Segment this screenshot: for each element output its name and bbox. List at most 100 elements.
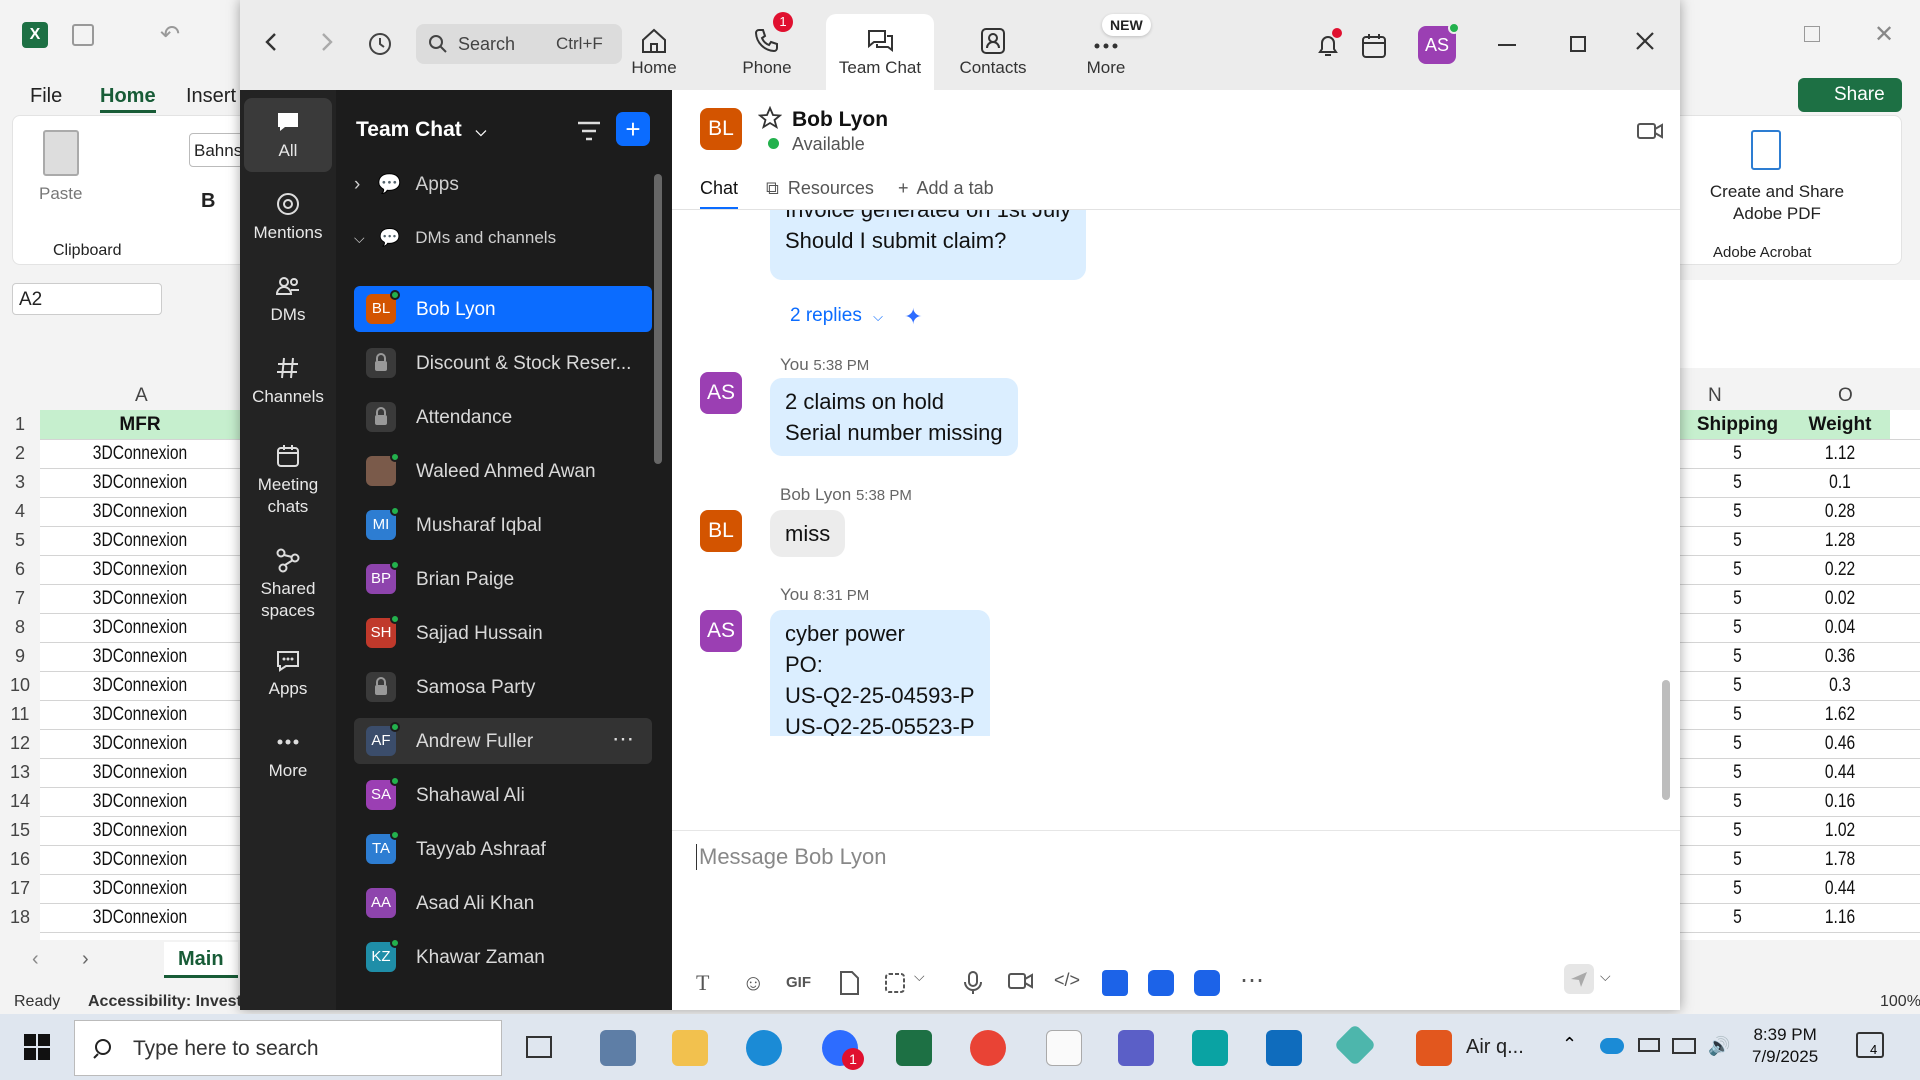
app-docs-icon[interactable] — [1102, 970, 1128, 996]
table-cell[interactable]: 3DConnexion — [58, 530, 222, 552]
network-icon[interactable] — [1672, 1038, 1696, 1054]
table-cell[interactable]: 3DConnexion — [58, 878, 222, 900]
new-chat-button[interactable]: + — [616, 112, 650, 146]
search-box[interactable]: Search Ctrl+F — [416, 24, 622, 64]
table-cell[interactable]: 5 — [1690, 733, 1784, 755]
table-cell[interactable]: 5 — [1690, 472, 1784, 494]
file-icon[interactable] — [838, 970, 864, 996]
name-box[interactable]: A2 — [12, 283, 162, 315]
text-format-icon[interactable]: T — [696, 970, 722, 996]
table-cell[interactable]: 1.02 — [1799, 820, 1881, 842]
table-cell[interactable]: 3DConnexion — [58, 733, 222, 755]
table-cell[interactable]: 0.46 — [1799, 733, 1881, 755]
gif-button[interactable]: GIF — [786, 974, 826, 1000]
filter-icon[interactable] — [576, 120, 602, 142]
adobe-pdf-icon[interactable] — [1751, 130, 1781, 170]
video-message-icon[interactable] — [1008, 970, 1034, 996]
row-header[interactable]: 4 — [0, 501, 40, 522]
list-item[interactable]: KZ Khawar Zaman — [354, 934, 652, 980]
list-item[interactable]: Attendance — [354, 394, 652, 440]
list-item[interactable]: MI Musharaf Iqbal — [354, 502, 652, 548]
bold-button[interactable]: B — [201, 190, 215, 213]
table-cell[interactable]: 5 — [1690, 820, 1784, 842]
tray-chevron-icon[interactable]: ⌃ — [1562, 1034, 1577, 1055]
air-quality-icon[interactable] — [1416, 1030, 1452, 1066]
app-icon[interactable] — [1333, 1023, 1377, 1067]
row-header[interactable]: 7 — [0, 588, 40, 609]
row-header[interactable]: 8 — [0, 617, 40, 638]
team-chat-title[interactable]: Team Chat ⌵ — [356, 118, 486, 142]
video-call-icon[interactable] — [1636, 120, 1664, 142]
header-cell[interactable]: MFR — [40, 410, 240, 439]
create-share-pdf-button[interactable]: Create and Share Adobe PDF — [1697, 181, 1857, 225]
table-cell[interactable]: 3DConnexion — [58, 559, 222, 581]
volume-icon[interactable]: 🔊 — [1708, 1036, 1730, 1057]
rail-item-shared-spaces[interactable]: Shared spaces — [244, 536, 332, 632]
undo-icon[interactable]: ↶ — [160, 20, 180, 49]
header-cell[interactable]: Weight — [1790, 410, 1890, 439]
avatar[interactable]: AS — [1418, 22, 1460, 64]
tab-chat[interactable]: Chat — [700, 178, 739, 210]
list-item[interactable]: Samosa Party — [354, 664, 652, 710]
air-quality-label[interactable]: Air q... — [1466, 1036, 1524, 1059]
onedrive-icon[interactable] — [1600, 1038, 1624, 1054]
nav-tab-more[interactable]: More NEW — [1052, 14, 1160, 90]
table-cell[interactable]: 1.28 — [1799, 530, 1881, 552]
taskbar-search[interactable]: Type here to search — [74, 1020, 502, 1076]
column-header-o[interactable]: O — [1838, 385, 1853, 407]
windows-start-icon[interactable] — [24, 1034, 50, 1060]
tab-home[interactable]: Home — [100, 85, 156, 113]
chat-scrollbar[interactable] — [1662, 680, 1670, 800]
table-cell[interactable]: 5 — [1690, 675, 1784, 697]
star-icon[interactable] — [758, 106, 782, 130]
section-apps[interactable]: › 💬 Apps — [354, 172, 459, 196]
microphone-icon[interactable] — [962, 970, 988, 996]
table-cell[interactable]: 5 — [1690, 443, 1784, 465]
table-cell[interactable]: 3DConnexion — [58, 472, 222, 494]
list-item[interactable]: SH Sajjad Hussain — [354, 610, 652, 656]
message-avatar[interactable]: AS — [700, 610, 742, 652]
replies-link[interactable]: 2 replies ⌵ — [790, 305, 883, 327]
row-header[interactable]: 6 — [0, 559, 40, 580]
chat-header-avatar[interactable]: BL — [700, 108, 742, 150]
rail-item-meeting-chats[interactable]: Meeting chats — [244, 432, 332, 528]
tab-file[interactable]: File — [30, 85, 62, 108]
row-header[interactable]: 16 — [0, 849, 40, 870]
table-cell[interactable]: 3DConnexion — [58, 675, 222, 697]
list-item[interactable]: Discount & Stock Reser... — [354, 340, 652, 386]
close-window-icon[interactable]: ✕ — [1874, 20, 1894, 49]
teams-icon[interactable] — [1118, 1030, 1154, 1066]
row-header[interactable]: 2 — [0, 443, 40, 464]
table-cell[interactable]: 3DConnexion — [58, 849, 222, 871]
item-more-icon[interactable]: ⋯ — [612, 726, 634, 752]
table-cell[interactable]: 1.12 — [1799, 443, 1881, 465]
row-header[interactable]: 15 — [0, 820, 40, 841]
outlook-icon[interactable] — [1266, 1030, 1302, 1066]
forward-icon[interactable] — [316, 30, 336, 54]
more-tools-icon[interactable]: ⋯ — [1240, 966, 1266, 994]
table-cell[interactable]: 5 — [1690, 530, 1784, 552]
table-cell[interactable]: 0.44 — [1799, 762, 1881, 784]
column-header-a[interactable]: A — [135, 385, 148, 407]
table-cell[interactable]: 0.36 — [1799, 646, 1881, 668]
list-item[interactable]: AF Andrew Fuller ⋯ — [354, 718, 652, 764]
message-bubble[interactable]: 2 claims on hold Serial number missing — [770, 378, 1018, 456]
table-cell[interactable]: 3DConnexion — [58, 617, 222, 639]
table-cell[interactable]: 3DConnexion — [58, 443, 222, 465]
history-icon[interactable] — [366, 30, 394, 58]
rail-item-all[interactable]: All — [244, 98, 332, 172]
prev-sheet-icon[interactable]: ‹ — [32, 948, 39, 971]
tab-resources[interactable]: ⧉ Resources — [766, 178, 874, 199]
table-cell[interactable]: 0.04 — [1799, 617, 1881, 639]
nav-tab-phone[interactable]: Phone 1 — [713, 12, 821, 90]
table-cell[interactable]: 5 — [1690, 501, 1784, 523]
table-cell[interactable]: 3DConnexion — [58, 820, 222, 842]
add-tab-button[interactable]: + Add a tab — [898, 178, 994, 199]
app-icon[interactable] — [1192, 1030, 1228, 1066]
table-cell[interactable]: 5 — [1690, 791, 1784, 813]
message-input[interactable]: Message Bob Lyon — [696, 844, 1656, 870]
table-cell[interactable]: 5 — [1690, 849, 1784, 871]
table-cell[interactable]: 3DConnexion — [58, 588, 222, 610]
sheet-tab-main[interactable]: Main — [164, 942, 238, 978]
table-cell[interactable]: 1.16 — [1799, 907, 1881, 929]
